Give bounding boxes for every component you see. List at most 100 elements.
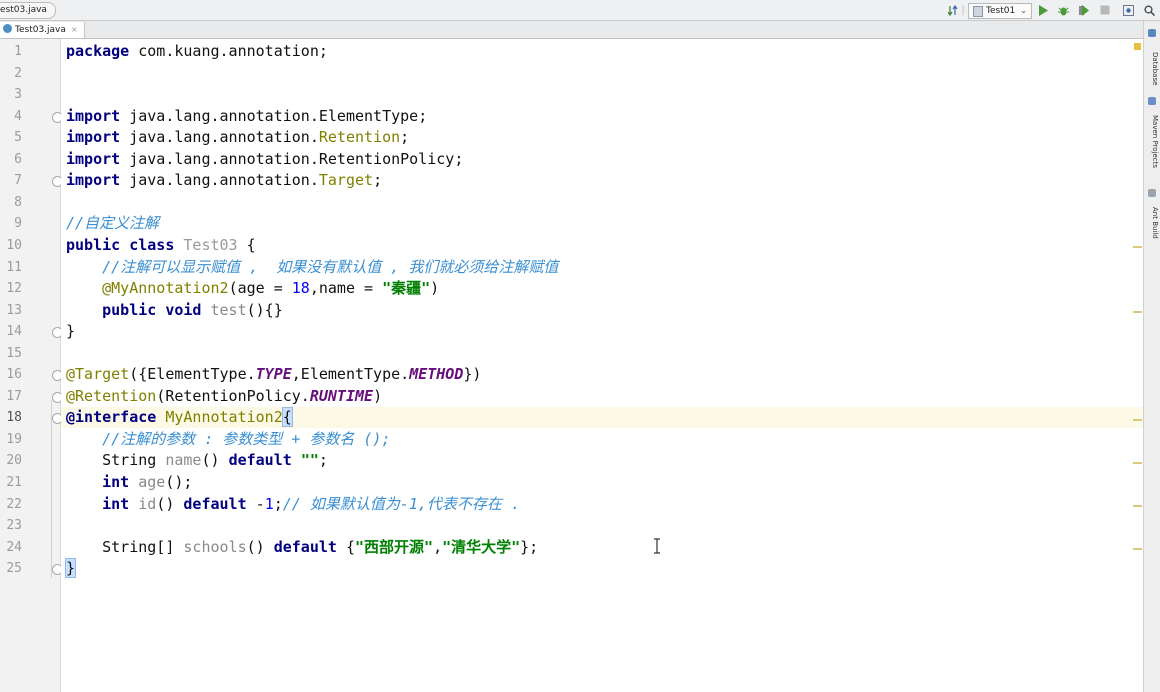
tool-tab-ant-build[interactable]: Ant Build [1146, 201, 1159, 245]
tool-tab-database[interactable]: Database [1146, 41, 1159, 97]
build-icon[interactable] [1122, 3, 1134, 17]
code-token: ) [430, 279, 440, 298]
code-token: // 如果默认值为-1,代表不存在 . [282, 494, 520, 513]
line-number-gutter[interactable]: 1 2 3 4 5 6 7 8 9 10 11 12 13 14 15 16 17 18 19 20 21 22 23 24 2… [0, 39, 63, 692]
code-token: @interface [66, 408, 157, 427]
debug-icon[interactable] [1057, 3, 1069, 17]
line-number[interactable]: 11 [0, 257, 22, 279]
code-token: default [183, 494, 247, 513]
code-line[interactable]: import java.lang.annotation.Retention; [61, 127, 1143, 148]
code-line[interactable]: String name() default ""; [61, 450, 1143, 471]
code-line[interactable]: } [61, 558, 1143, 579]
code-token: "秦疆" [382, 279, 431, 298]
error-stripe-mark[interactable] [1133, 505, 1142, 507]
code-line[interactable]: package com.kuang.annotation; [61, 41, 1143, 62]
code-token: package [66, 42, 130, 60]
code-token: import [66, 149, 121, 168]
line-number[interactable]: 24 [0, 537, 22, 559]
line-number[interactable]: 14 [0, 321, 22, 343]
error-stripe-mark[interactable] [1133, 462, 1142, 464]
line-number[interactable]: 23 [0, 515, 22, 537]
stop-icon[interactable] [1099, 3, 1111, 17]
code-line[interactable]: //注解可以显示赋值 , 如果没有默认值 , 我们就必须给注解赋值 [61, 257, 1143, 278]
sort-icon[interactable] [947, 3, 959, 17]
code-token: @MyAnnotation2 [102, 279, 229, 298]
code-line[interactable]: import java.lang.annotation.Target; [61, 170, 1143, 191]
line-number[interactable]: 13 [0, 300, 22, 322]
code-line[interactable] [61, 63, 1143, 84]
code-line[interactable]: public void test(){} [61, 300, 1143, 321]
code-line[interactable]: public class Test03 { [61, 235, 1143, 256]
line-number[interactable]: 6 [0, 149, 22, 171]
code-line[interactable]: import java.lang.annotation.RetentionPol… [61, 149, 1143, 170]
code-token: public class [66, 235, 175, 254]
code-line[interactable] [61, 84, 1143, 105]
line-number[interactable]: 16 [0, 364, 22, 386]
line-number[interactable]: 17 [0, 386, 22, 408]
error-stripe-mark[interactable] [1133, 548, 1142, 550]
code-line[interactable]: } [61, 321, 1143, 342]
error-stripe-mark[interactable] [1133, 311, 1142, 313]
current-code-line[interactable]: @interface MyAnnotation2{ [61, 407, 1143, 429]
line-number[interactable]: 3 [0, 84, 22, 106]
code-line[interactable]: //自定义注解 [61, 213, 1143, 234]
code-token: int [102, 494, 130, 513]
line-number[interactable]: 4 [0, 106, 22, 128]
coverage-icon[interactable] [1077, 3, 1089, 17]
line-number[interactable]: 1 [0, 41, 22, 63]
tab-test03-java[interactable]: Test03.java × [0, 22, 85, 38]
code-line[interactable]: @MyAnnotation2(age = 18,name = "秦疆") [61, 278, 1143, 299]
code-line[interactable] [61, 515, 1143, 536]
code-token: name [165, 451, 202, 470]
code-token: ; [273, 494, 283, 513]
line-number[interactable]: 20 [0, 450, 22, 472]
line-number[interactable]: 2 [0, 63, 22, 85]
breadcrumb[interactable]: est03.java [0, 2, 56, 19]
line-number[interactable]: 10 [0, 235, 22, 257]
code-token: schools [183, 537, 247, 556]
code-editor[interactable]: package com.kuang.annotation; import java… [61, 39, 1143, 692]
code-text: public void test(){} [66, 300, 283, 322]
error-stripe-mark[interactable] [1133, 246, 1142, 248]
line-number[interactable]: 9 [0, 213, 22, 235]
code-line[interactable] [61, 192, 1143, 213]
tool-tab-maven-projects[interactable]: Maven Projects [1146, 109, 1159, 175]
code-token: test [210, 300, 247, 319]
line-number[interactable]: 15 [0, 343, 22, 365]
code-line[interactable]: int id() default -1;// 如果默认值为-1,代表不存在 . [61, 494, 1143, 515]
line-number[interactable]: 7 [0, 170, 22, 192]
code-line[interactable]: String[] schools() default {"西部开源","清华大学… [61, 537, 1143, 558]
line-number[interactable]: 5 [0, 127, 22, 149]
line-number[interactable]: 19 [0, 429, 22, 451]
code-token: Target [318, 171, 374, 190]
run-configuration-select[interactable]: Test01 ⌄ [968, 3, 1032, 19]
code-token: @Retention [66, 386, 157, 405]
line-number[interactable]: 21 [0, 472, 22, 494]
code-token: "" [300, 451, 319, 470]
line-number[interactable]: 8 [0, 192, 22, 214]
code-line[interactable]: @Retention(RetentionPolicy.RUNTIME) [61, 386, 1143, 407]
code-token: (){} [246, 300, 283, 319]
inspection-status-icon[interactable] [1134, 43, 1141, 50]
code-token: ({ElementType. [129, 365, 256, 384]
code-line[interactable]: import java.lang.annotation.ElementType; [61, 106, 1143, 127]
line-number[interactable]: 18 [0, 407, 22, 429]
code-line[interactable]: @Target({ElementType.TYPE,ElementType.ME… [61, 364, 1143, 385]
code-text: } [66, 321, 75, 343]
error-stripe-mark[interactable] [1133, 419, 1142, 421]
line-number[interactable]: 22 [0, 494, 22, 516]
code-token: ,name = [309, 279, 383, 298]
run-icon[interactable] [1037, 3, 1049, 17]
code-line[interactable]: int age(); [61, 472, 1143, 493]
line-number[interactable]: 12 [0, 278, 22, 300]
line-number[interactable]: 25 [0, 558, 22, 580]
code-token: com.kuang.annotation; [129, 42, 328, 60]
code-line[interactable] [61, 343, 1143, 364]
code-line[interactable]: //注解的参数 : 参数类型 + 参数名 (); [61, 429, 1143, 450]
config-icon [973, 6, 983, 17]
close-icon[interactable]: × [71, 25, 78, 34]
search-icon[interactable] [1142, 3, 1156, 17]
